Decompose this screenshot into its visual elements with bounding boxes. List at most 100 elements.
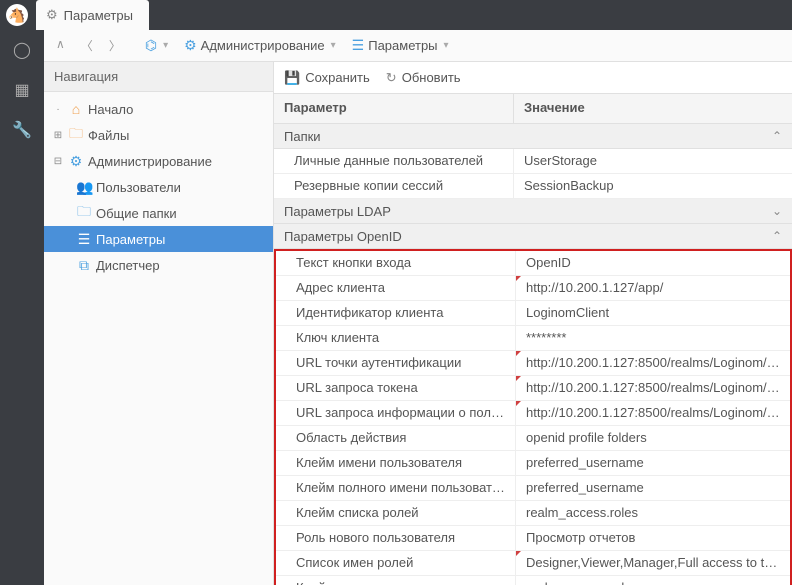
tree-item-dispatcher[interactable]: ⧉ Диспетчер	[44, 252, 273, 278]
chevron-down-icon: ▾	[163, 40, 168, 51]
param-value[interactable]: realm_access.roles	[516, 576, 790, 585]
expand-icon[interactable]: ⊞	[52, 130, 64, 141]
content-area: Навигация · ⌂ Начало ⊞ 🗀 Файлы ⊟ ⚙ Админ…	[44, 62, 792, 585]
chevron-down-icon: ⌄	[772, 204, 782, 218]
breadcrumb-params[interactable]: ☰ Параметры ▾	[346, 35, 455, 56]
collapse-icon[interactable]: ⊟	[52, 156, 64, 167]
param-name: URL запроса информации о пользователе	[276, 401, 516, 425]
table-row[interactable]: Идентификатор клиентаLoginomClient	[276, 301, 790, 326]
tree-label: Администрирование	[88, 154, 212, 169]
chevron-up-icon: ⌃	[772, 229, 782, 243]
param-name: Клейм имени пользователя	[276, 451, 516, 475]
param-value[interactable]: OpenID	[516, 251, 790, 275]
table-row[interactable]: Клеймы, извлекаемые в переменныеrealm_ac…	[276, 576, 790, 585]
history-forward-button[interactable]: 〉	[105, 35, 125, 56]
param-name: URL запроса токена	[276, 376, 516, 400]
dispatcher-icon: ⧉	[76, 257, 92, 274]
parameters-grid: Параметр Значение Папки ⌃ Личные данные …	[274, 94, 792, 585]
breadcrumb-root[interactable]: ⌬ ▾	[139, 35, 174, 56]
compass-icon[interactable]: ◯	[13, 40, 31, 60]
workspace: ∧ 〈 〉 ⌬ ▾ ⚙ Администрирование ▾ ☰ Параме…	[44, 30, 792, 585]
app-logo-icon: 🐴	[6, 4, 28, 26]
tree-label: Файлы	[88, 128, 129, 143]
column-header-value[interactable]: Значение	[514, 94, 792, 123]
breadcrumb-toolbar: ∧ 〈 〉 ⌬ ▾ ⚙ Администрирование ▾ ☰ Параме…	[44, 30, 792, 62]
param-name: Список имен ролей	[276, 551, 516, 575]
param-value[interactable]: preferred_username	[516, 476, 790, 500]
param-value[interactable]: http://10.200.1.127:8500/realms/Loginom/…	[516, 401, 790, 425]
group-folders[interactable]: Папки ⌃	[274, 124, 792, 149]
table-row[interactable]: Список имен ролейDesigner,Viewer,Manager…	[276, 551, 790, 576]
table-row[interactable]: Текст кнопки входаOpenID	[276, 251, 790, 276]
group-ldap[interactable]: Параметры LDAP ⌄	[274, 199, 792, 224]
breadcrumb-label: Администрирование	[201, 38, 325, 53]
gear-icon: ⚙	[46, 7, 58, 23]
table-row[interactable]: URL запроса токенаhttp://10.200.1.127:85…	[276, 376, 790, 401]
table-row[interactable]: Клейм имени пользователяpreferred_userna…	[276, 451, 790, 476]
navigation-title: Навигация	[54, 69, 118, 84]
table-row[interactable]: Клейм полного имени пользователяpreferre…	[276, 476, 790, 501]
refresh-icon: ↻	[386, 70, 397, 86]
main-toolbar: 💾 Сохранить ↻ Обновить	[274, 62, 792, 94]
tree-item-users[interactable]: 👥 Пользователи	[44, 174, 273, 200]
param-value[interactable]: SessionBackup	[514, 174, 792, 198]
history-nav: ∧ 〈 〉	[52, 35, 125, 56]
grid-icon[interactable]: ▦	[14, 80, 29, 100]
param-name: Адрес клиента	[276, 276, 516, 300]
param-value[interactable]: Designer,Viewer,Manager,Full access to t…	[516, 551, 790, 575]
history-up-button[interactable]: ∧	[52, 35, 69, 56]
save-label: Сохранить	[305, 70, 370, 85]
home-icon: ⌂	[68, 101, 84, 117]
table-row[interactable]: Роль нового пользователяПросмотр отчетов	[276, 526, 790, 551]
param-name: Резервные копии сессий	[274, 174, 514, 198]
table-row[interactable]: URL точки аутентификацииhttp://10.200.1.…	[276, 351, 790, 376]
tool-icon[interactable]: 🔧	[12, 120, 32, 140]
nav-tree: · ⌂ Начало ⊞ 🗀 Файлы ⊟ ⚙ Администрирован…	[44, 92, 273, 585]
param-name: Клейм списка ролей	[276, 501, 516, 525]
table-row[interactable]: Область действияopenid profile folders	[276, 426, 790, 451]
param-value[interactable]: http://10.200.1.127:8500/realms/Loginom/…	[516, 376, 790, 400]
tree-label: Пользователи	[96, 180, 181, 195]
admin-icon: ⚙	[68, 153, 84, 170]
tree-item-files[interactable]: ⊞ 🗀 Файлы	[44, 122, 273, 148]
param-value[interactable]: openid profile folders	[516, 426, 790, 450]
param-value[interactable]: preferred_username	[516, 451, 790, 475]
param-name: Клейм полного имени пользователя	[276, 476, 516, 500]
param-name: Идентификатор клиента	[276, 301, 516, 325]
save-icon: 💾	[284, 70, 300, 86]
tree-item-home[interactable]: · ⌂ Начало	[44, 96, 273, 122]
window-tab[interactable]: ⚙ Параметры	[36, 0, 149, 30]
param-value[interactable]: LoginomClient	[516, 301, 790, 325]
breadcrumb-admin[interactable]: ⚙ Администрирование ▾	[178, 35, 342, 56]
history-back-button[interactable]: 〈	[77, 35, 97, 56]
group-title: Папки	[284, 129, 772, 144]
tree-item-parameters[interactable]: ☰ Параметры	[44, 226, 273, 252]
group-openid[interactable]: Параметры OpenID ⌃	[274, 224, 792, 249]
param-value[interactable]: ********	[516, 326, 790, 350]
param-value[interactable]: http://10.200.1.127/app/	[516, 276, 790, 300]
save-button[interactable]: 💾 Сохранить	[284, 70, 370, 86]
tree-item-shared-folders[interactable]: 🗀 Общие папки	[44, 200, 273, 226]
navigation-header: Навигация	[44, 62, 273, 92]
param-value[interactable]: realm_access.roles	[516, 501, 790, 525]
tab-title: Параметры	[64, 8, 133, 23]
tree-twisty-icon: ·	[52, 104, 64, 115]
table-row[interactable]: Ключ клиента********	[276, 326, 790, 351]
param-name: Область действия	[276, 426, 516, 450]
column-header-param[interactable]: Параметр	[274, 94, 514, 123]
params-icon: ☰	[76, 231, 92, 248]
param-name: Клеймы, извлекаемые в переменные	[276, 576, 516, 585]
param-value[interactable]: Просмотр отчетов	[516, 526, 790, 550]
table-row[interactable]: Адрес клиентаhttp://10.200.1.127/app/	[276, 276, 790, 301]
param-value[interactable]: UserStorage	[514, 149, 792, 173]
sitemap-icon: ⌬	[145, 37, 157, 54]
grid-header: Параметр Значение	[274, 94, 792, 124]
refresh-button[interactable]: ↻ Обновить	[386, 70, 461, 86]
tree-item-admin[interactable]: ⊟ ⚙ Администрирование	[44, 148, 273, 174]
table-row[interactable]: URL запроса информации о пользователеhtt…	[276, 401, 790, 426]
table-row[interactable]: Личные данные пользователейUserStorage	[274, 149, 792, 174]
navigation-pane: Навигация · ⌂ Начало ⊞ 🗀 Файлы ⊟ ⚙ Админ…	[44, 62, 274, 585]
table-row[interactable]: Резервные копии сессийSessionBackup	[274, 174, 792, 199]
table-row[interactable]: Клейм списка ролейrealm_access.roles	[276, 501, 790, 526]
param-value[interactable]: http://10.200.1.127:8500/realms/Loginom/…	[516, 351, 790, 375]
